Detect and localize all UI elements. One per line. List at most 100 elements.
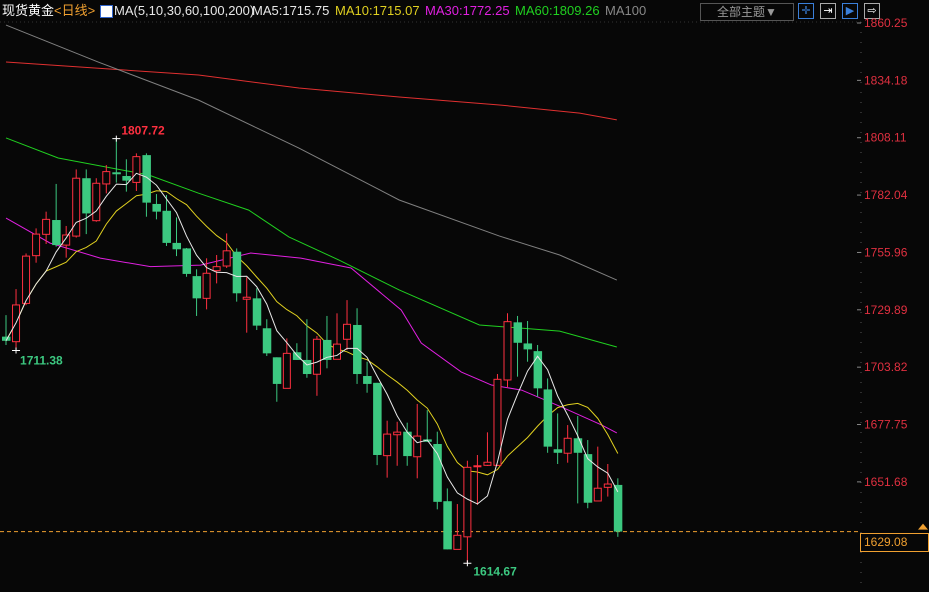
candle — [363, 361, 372, 393]
candle-body — [192, 276, 202, 299]
candle-body — [92, 182, 101, 222]
candle — [413, 403, 422, 479]
candle-body — [433, 443, 442, 502]
candle-body — [383, 433, 392, 457]
candle — [172, 217, 182, 257]
candle — [182, 247, 192, 277]
candle-body — [443, 501, 452, 550]
candle-body — [453, 534, 462, 550]
candle-body — [252, 298, 262, 326]
candle — [603, 464, 612, 497]
candle — [473, 454, 482, 505]
candle — [262, 319, 272, 356]
candle-body — [102, 171, 111, 185]
candle — [543, 378, 553, 453]
y-tick-label: 1677.75 — [864, 418, 908, 432]
candle — [343, 300, 352, 351]
candle — [503, 313, 512, 388]
candle-body — [52, 220, 61, 246]
extreme-marker-icon — [12, 347, 21, 354]
candlestick-chart[interactable]: 1860.25 1834.18 1808.11 1782.04 1755.96 1729.… — [0, 0, 929, 592]
candle — [12, 289, 21, 351]
candle-body — [72, 177, 81, 237]
candle — [332, 313, 341, 360]
y-tick-label: 1703.82 — [864, 360, 908, 374]
candle — [513, 315, 523, 377]
candle-body — [312, 338, 321, 375]
candle-body — [343, 323, 352, 340]
candle-body — [523, 343, 533, 350]
candle — [453, 504, 462, 550]
candle — [142, 153, 151, 217]
candle-body — [132, 156, 141, 183]
candle-body — [543, 389, 553, 447]
low_left-annotation: 1711.38 — [20, 354, 63, 368]
ma5-line — [5, 172, 619, 505]
candle — [563, 425, 572, 463]
candle — [92, 178, 101, 222]
extreme-marker-icon — [112, 135, 121, 142]
candle — [553, 413, 563, 465]
candle-body — [363, 376, 372, 384]
candle-body — [613, 484, 623, 532]
candle-body — [573, 438, 583, 453]
candle — [252, 288, 262, 331]
candle-body — [513, 322, 523, 343]
candle-body — [42, 218, 51, 235]
candle-body — [152, 203, 161, 212]
candle-body — [202, 272, 211, 299]
candle — [433, 431, 442, 510]
y-tick-label: 1651.68 — [864, 475, 908, 489]
candle — [52, 183, 61, 247]
candle — [312, 335, 321, 396]
candle-body — [162, 210, 171, 243]
candle-body — [353, 324, 362, 375]
y-tick-label: 1729.89 — [864, 303, 908, 317]
candle — [523, 321, 533, 362]
y-tick-label: 1834.18 — [864, 73, 908, 87]
candle — [373, 382, 382, 466]
candle-body — [563, 437, 572, 454]
candle — [533, 344, 543, 397]
y-tick-label: 1782.04 — [864, 188, 908, 202]
y-tick-label: 1755.96 — [864, 245, 908, 259]
candle — [202, 258, 211, 310]
candle-body — [112, 172, 121, 175]
candle-body — [62, 234, 71, 246]
candle-body — [172, 242, 182, 250]
candle-body — [32, 233, 41, 257]
candle — [222, 233, 231, 268]
candle — [322, 315, 332, 369]
candle — [593, 446, 602, 502]
extreme-marker-icon — [463, 560, 472, 567]
ma30-line — [5, 217, 618, 434]
candle — [483, 432, 492, 466]
candle — [192, 269, 202, 316]
high-annotation: 1807.72 — [121, 124, 165, 138]
candle — [393, 421, 402, 466]
candle-body — [503, 321, 512, 381]
candle — [122, 159, 131, 192]
ma10-line — [5, 190, 619, 476]
candle-body — [272, 357, 282, 384]
candle-body — [212, 266, 221, 272]
candle — [583, 440, 593, 509]
candle — [132, 153, 141, 191]
candle-body — [603, 483, 612, 488]
candle-body — [373, 382, 382, 455]
candle — [353, 308, 362, 384]
candle-body — [463, 466, 472, 538]
candle-body — [242, 296, 251, 300]
current-price-label: 1629.08 — [860, 533, 929, 552]
candle — [423, 410, 432, 442]
ma100-line — [5, 24, 618, 281]
candle — [152, 194, 161, 220]
candle-body — [222, 250, 231, 267]
candle-body — [82, 178, 91, 214]
candle — [383, 420, 392, 478]
candle-body — [413, 435, 422, 458]
candle-body — [553, 449, 563, 453]
candle-body — [593, 487, 602, 502]
low-annotation: 1614.67 — [473, 564, 517, 578]
candle — [242, 277, 251, 333]
